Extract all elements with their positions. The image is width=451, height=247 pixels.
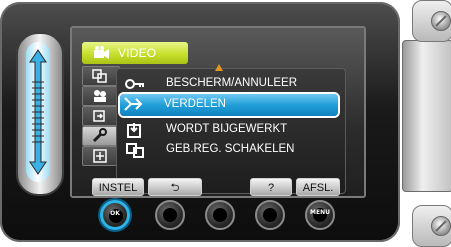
export-icon: [93, 110, 105, 122]
hinge-top: [412, 0, 451, 42]
physical-button-4[interactable]: [255, 200, 285, 230]
hinge: [402, 0, 451, 247]
scroll-up-icon[interactable]: [215, 64, 223, 71]
lcd-screen: VIDEO BESCHERM/ANNULEER VERDELEN WORDT B…: [72, 28, 364, 196]
menu-item-protect-cancel[interactable]: BESCHERM/ANNULEER: [122, 74, 338, 94]
button-core: [263, 208, 277, 222]
people-icon: [94, 90, 106, 102]
back-icon: ⮌: [170, 182, 180, 194]
menu-label: MENU: [310, 209, 330, 216]
menu-item-label: VERDELEN: [164, 98, 226, 110]
physical-button-2[interactable]: [155, 200, 185, 230]
menu-item-label: WORDT BIJGEWERKT: [166, 123, 288, 135]
hinge-bottom: [412, 205, 451, 247]
switch-media-icon: [126, 143, 144, 158]
screw-icon: [431, 11, 451, 31]
ok-label: OK: [110, 210, 120, 217]
hinge-plate: [402, 40, 451, 192]
tab-copy[interactable]: [82, 66, 120, 86]
menu-item-label: BESCHERM/ANNULEER: [166, 77, 297, 89]
ok-button[interactable]: OK: [100, 200, 130, 230]
tab-grid-add[interactable]: [82, 146, 120, 166]
copy-icon: [92, 69, 107, 83]
back-button[interactable]: ⮌: [148, 178, 202, 196]
distribute-icon: [124, 97, 143, 111]
key-icon: [125, 79, 144, 89]
button-core: [213, 208, 227, 222]
button-core: [163, 208, 177, 222]
physical-button-3[interactable]: [205, 200, 235, 230]
tab-video-label: VIDEO: [118, 46, 157, 60]
softkey-row: INSTEL ⮌ ? AFSL.: [72, 178, 364, 196]
menu-item-switch-media[interactable]: GEB.REG. SCHAKELEN: [122, 140, 338, 160]
tab-settings[interactable]: [82, 126, 120, 146]
instel-button[interactable]: INSTEL: [92, 178, 144, 196]
menu-button[interactable]: MENU: [305, 200, 335, 230]
afsl-button[interactable]: AFSL.: [296, 178, 340, 196]
menu-item-update[interactable]: WORDT BIJGEWERKT: [122, 120, 338, 140]
lcd-frame: VIDEO BESCHERM/ANNULEER VERDELEN WORDT B…: [70, 26, 366, 198]
menu-item-distribute[interactable]: VERDELEN: [120, 94, 338, 116]
touch-slider[interactable]: [16, 32, 64, 196]
video-camera-icon: [94, 46, 109, 59]
slider-track: [26, 42, 50, 182]
tab-video[interactable]: VIDEO: [82, 42, 188, 64]
help-button[interactable]: ?: [250, 178, 292, 196]
menu-item-label: GEB.REG. SCHAKELEN: [166, 143, 295, 155]
update-icon: [127, 123, 141, 138]
screw-icon: [431, 216, 451, 236]
tab-export[interactable]: [82, 106, 120, 126]
wrench-icon: [92, 128, 107, 143]
slider-arrows-icon: [29, 49, 47, 175]
tab-people[interactable]: [82, 86, 120, 106]
grid-add-icon: [93, 149, 107, 163]
